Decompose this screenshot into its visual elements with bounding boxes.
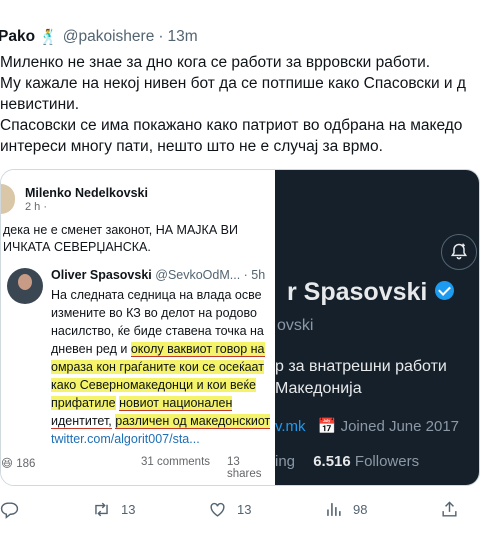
- views-count: 98: [353, 502, 368, 517]
- fb-post-text: дека не е сменет законот, НА МАЈКА ВИ ИЧ…: [3, 222, 273, 256]
- highlighted-text: омраза кон граѓаните кои се осеќаат: [51, 360, 264, 374]
- profile-url: v.mk: [275, 418, 306, 435]
- quoted-avatar: [7, 268, 43, 304]
- tweet-text-line: Му кажале на некој нивен бот да се потпи…: [0, 75, 466, 92]
- fb-post-meta: 2 h ·: [25, 201, 48, 213]
- heart-icon: [210, 502, 225, 517]
- like-count: 13: [237, 502, 252, 517]
- author-name[interactable]: Pako: [0, 28, 35, 46]
- joined-date: Joined June 2017: [340, 418, 460, 435]
- quoted-time: · 5h: [243, 268, 266, 282]
- fb-text-line: дека не е сменет законот, НА МАЈКА ВИ: [3, 223, 238, 237]
- calendar-icon: 📅: [317, 418, 337, 435]
- tweet-media[interactable]: Milenko Nedelkovski 2 h · дека не е смен…: [0, 169, 480, 486]
- highlighted-text: како Северномакедонци и кои веќе: [51, 378, 256, 392]
- views-chart-icon: [327, 503, 341, 516]
- followers-count: 6.516: [313, 453, 351, 470]
- twitter-profile-screenshot: r Spasovski ovski р за внатрешни работи …: [275, 170, 479, 485]
- retweet-count: 13: [121, 502, 136, 517]
- fb-comments-count: 31 comments: [141, 456, 211, 468]
- verified-badge-icon: [435, 280, 455, 300]
- share-button[interactable]: [440, 500, 459, 519]
- fb-shares-count: 13 shares: [227, 456, 262, 480]
- bio-line: Македонија: [275, 380, 362, 397]
- profile-meta: v.mk 📅 Joined June 2017: [275, 417, 459, 435]
- followers-label: Followers: [354, 453, 420, 470]
- like-button[interactable]: 13: [208, 500, 251, 519]
- notification-bell-icon: [441, 234, 477, 270]
- facebook-screenshot: Milenko Nedelkovski 2 h · дека не е смен…: [1, 170, 275, 485]
- quoted-tweet: Oliver Spasovski @SevkoOdM... · 5h На сл…: [1, 262, 275, 446]
- tweet-header: Pako 🕺 @pakoishere · 13m: [0, 26, 198, 48]
- tweet-text-line: невистини.: [0, 96, 80, 113]
- quoted-line: насилство, ќе биде ставена точка на: [51, 324, 264, 338]
- fb-post-header: Milenko Nedelkovski: [1, 184, 148, 214]
- author-handle[interactable]: @pakoishere: [63, 28, 155, 46]
- fb-reactions: 😆 186: [1, 458, 36, 470]
- quoted-line: како Северномакедонци и кои веќе: [51, 376, 273, 394]
- quoted-line: идентитет, различен од македонскиот: [51, 412, 273, 430]
- underlined-text: различен од македонскиот: [115, 414, 271, 429]
- quoted-link[interactable]: twitter.com/algorit007/sta...: [51, 430, 273, 448]
- quoted-line: омраза кон граѓаните кои се осеќаат: [51, 358, 273, 376]
- underlined-text: идентитет,: [51, 414, 112, 429]
- highlighted-text: прифатиле: [51, 396, 116, 410]
- tweet-actions: 13 13 98: [0, 496, 480, 526]
- fb-reaction-count: 186: [16, 458, 36, 470]
- profile-handle: ovski: [277, 317, 314, 334]
- tweet-text: Миленко не знае за дно кога се работи за…: [0, 52, 480, 157]
- quoted-line: измените во КЗ во делот на родово: [51, 306, 257, 320]
- quoted-name: Oliver Spasovski: [51, 268, 152, 282]
- profile-name: r Spasovski: [287, 278, 455, 307]
- reply-icon: [0, 502, 19, 519]
- fb-text-line: ИЧКАТА СЕВЕРЏАНСКА.: [3, 240, 151, 254]
- tweet-text-line: Спасовски се има покажано како патриот в…: [0, 117, 463, 134]
- timestamp[interactable]: 13m: [167, 28, 197, 46]
- quoted-line: прифатиле новиот национален: [51, 394, 273, 412]
- bio-line: р за внатрешни работи: [275, 358, 447, 375]
- quoted-handle: @SevkoOdM...: [155, 268, 241, 282]
- quoted-body: На следната седница на влада осве измени…: [51, 286, 273, 448]
- quoted-line: На следната седница на влада осве: [51, 288, 262, 302]
- quoted-header: Oliver Spasovski @SevkoOdM... · 5h: [51, 268, 265, 282]
- reply-button[interactable]: [0, 500, 19, 519]
- dancer-emoji: 🕺: [39, 29, 58, 46]
- tweet-text-line: Миленко не знае за дно кога се работи за…: [0, 54, 431, 71]
- profile-name-text: r Spasovski: [287, 278, 428, 306]
- views-button[interactable]: 98: [324, 500, 367, 519]
- underlined-text: новиот национален: [119, 396, 233, 411]
- profile-bio: р за внатрешни работи Македонија: [275, 356, 447, 400]
- following-label: ing: [275, 453, 296, 470]
- retweet-icon: [95, 502, 108, 517]
- fb-avatar: [1, 184, 15, 214]
- quoted-text: дневен ред и: [51, 342, 128, 356]
- tweet-text-line: интереси многу пати, нешто што не е случ…: [0, 138, 383, 155]
- quoted-line: дневен ред и околу ваквиот говор на: [51, 340, 273, 358]
- share-icon: [442, 501, 457, 517]
- retweet-button[interactable]: 13: [92, 500, 135, 519]
- profile-stats: ing 6.516 Followers: [275, 453, 419, 470]
- highlighted-text: околу ваквиот говор на: [130, 342, 265, 357]
- separator: ·: [158, 28, 164, 45]
